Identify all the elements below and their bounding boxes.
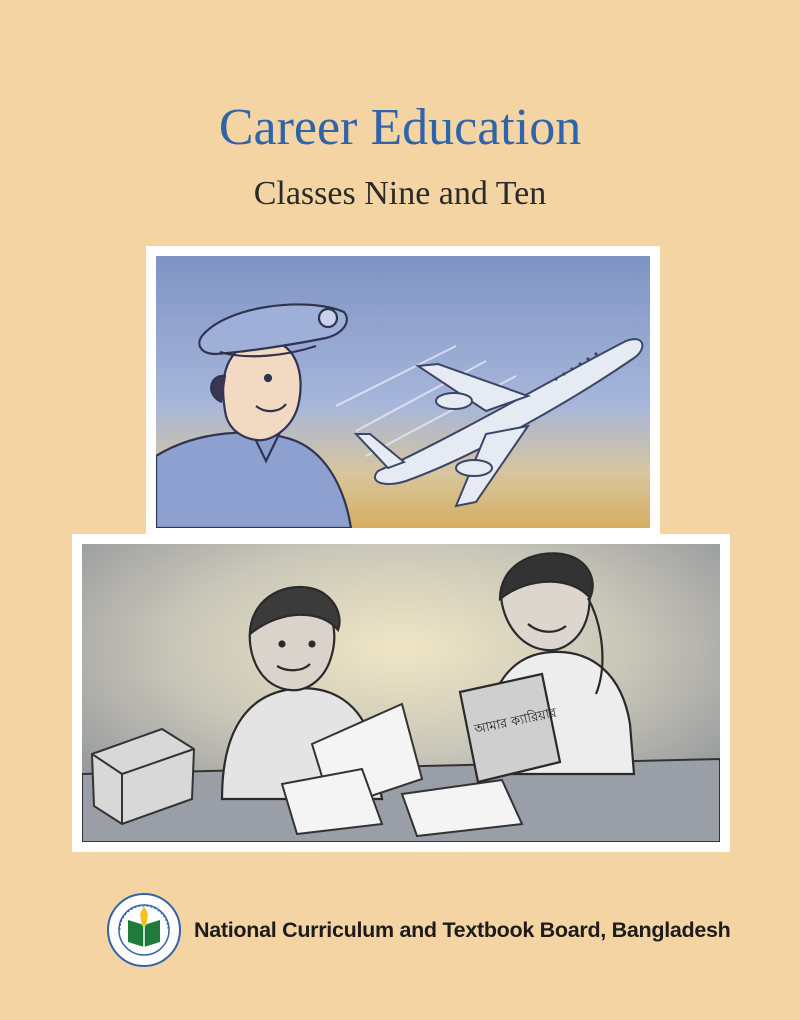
nctb-emblem-icon (107, 893, 181, 967)
students-illustration-frame: আমার ক্যারিয়ার (72, 534, 730, 852)
publisher-footer: National Curriculum and Textbook Board, … (106, 890, 731, 970)
book-title: Career Education (218, 99, 582, 156)
career-book-drawing: আমার ক্যারিয়ার (458, 672, 562, 784)
publisher-name: National Curriculum and Textbook Board, … (194, 917, 731, 942)
book-subtitle: Classes Nine and Ten (253, 175, 547, 212)
students-reading-illustration: আমার ক্যারিয়ার (82, 544, 720, 842)
pilot-illustration-frame (146, 246, 660, 538)
pilot-airplane-illustration (156, 256, 650, 528)
